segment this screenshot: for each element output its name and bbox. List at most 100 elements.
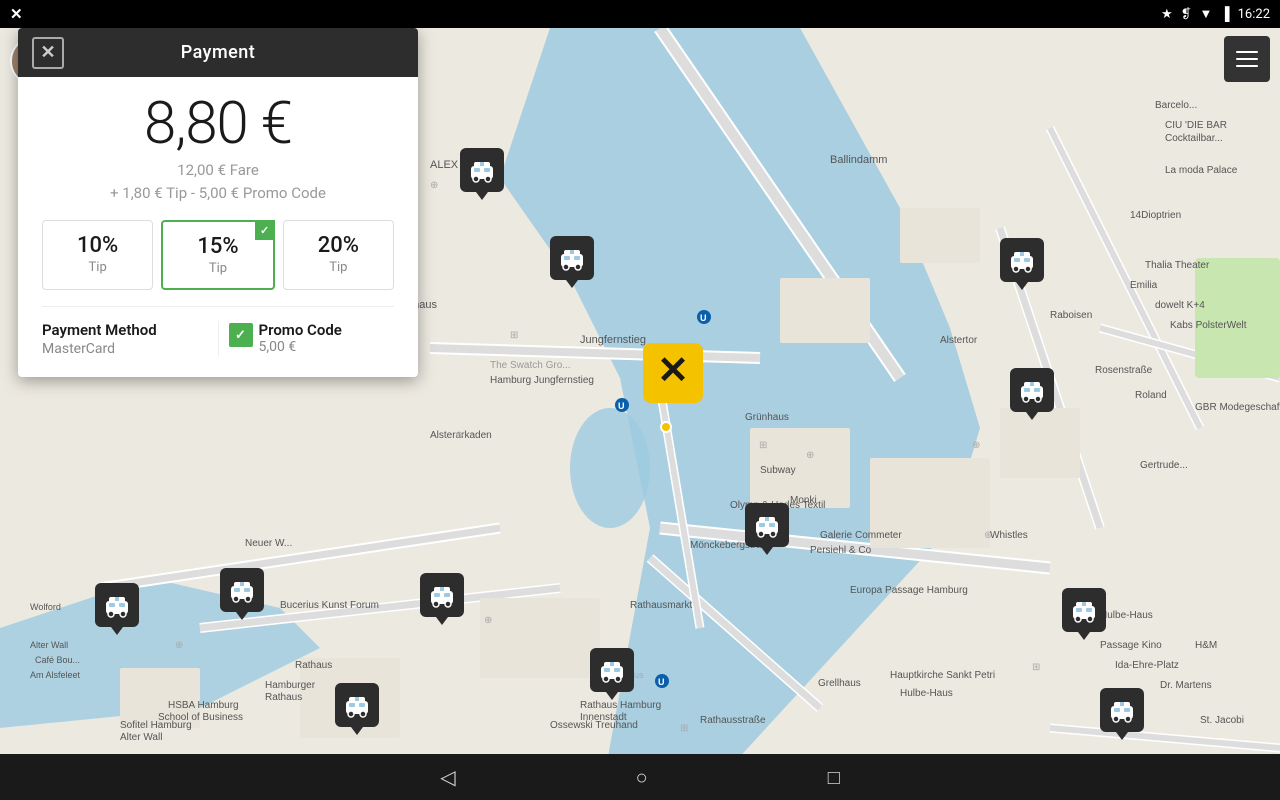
svg-text:Galerie Commeter: Galerie Commeter xyxy=(820,530,902,541)
svg-text:Jungfernstieg: Jungfernstieg xyxy=(580,334,646,346)
svg-text:Thalia Theater: Thalia Theater xyxy=(1145,260,1210,271)
svg-text:U: U xyxy=(658,677,665,687)
svg-text:⊞: ⊞ xyxy=(759,440,767,451)
svg-text:⊕: ⊕ xyxy=(735,540,743,551)
svg-text:U: U xyxy=(700,313,707,323)
svg-text:Hamburger: Hamburger xyxy=(265,680,316,691)
svg-text:⊕: ⊕ xyxy=(806,450,814,461)
payment-method-column[interactable]: Payment Method MasterCard xyxy=(42,321,208,357)
bluetooth-icon: ★ xyxy=(1161,7,1173,22)
svg-text:⊞ Rathaus: ⊞ Rathaus xyxy=(600,670,644,680)
svg-text:⊞: ⊞ xyxy=(510,330,518,341)
svg-text:Rathaus: Rathaus xyxy=(295,660,332,671)
svg-text:Innenstadt: Innenstadt xyxy=(580,712,627,723)
tip-15-check: ✓ xyxy=(255,220,275,240)
amount-display: 8,80 € 12,00 € Fare + 1,80 € Tip - 5,00 … xyxy=(42,95,394,204)
tip-10-button[interactable]: 10% Tip xyxy=(42,220,153,290)
svg-text:ALEX: ALEX xyxy=(430,159,459,171)
tip-20-label: Tip xyxy=(290,260,387,275)
main-amount: 8,80 € xyxy=(42,95,394,153)
svg-text:Subway: Subway xyxy=(760,465,796,476)
payment-method-value: MasterCard xyxy=(42,341,208,357)
svg-text:Am Alsfeleet: Am Alsfeleet xyxy=(30,670,81,680)
svg-text:Rathausstraße: Rathausstraße xyxy=(700,715,766,726)
promo-code-value: 5,00 € xyxy=(259,339,342,355)
svg-text:Alter Wall: Alter Wall xyxy=(30,640,68,650)
svg-text:✕: ✕ xyxy=(657,350,689,392)
svg-text:Cocktailbar...: Cocktailbar... xyxy=(1165,133,1223,144)
svg-text:⊕: ⊕ xyxy=(984,530,992,541)
current-location-dot xyxy=(660,421,672,433)
fare-line1: 12,00 € Fare xyxy=(177,161,259,179)
hamburger-menu[interactable] xyxy=(1224,36,1270,82)
svg-text:Sofitel Hamburg: Sofitel Hamburg xyxy=(120,720,192,731)
svg-text:Hulbe-Haus: Hulbe-Haus xyxy=(1100,610,1153,621)
signal-icon: ❡ xyxy=(1181,7,1192,22)
payment-body: 8,80 € 12,00 € Fare + 1,80 € Tip - 5,00 … xyxy=(18,77,418,377)
svg-text:Bucerius Kunst Forum: Bucerius Kunst Forum xyxy=(280,600,379,611)
hamburger-line-2 xyxy=(1236,58,1258,60)
fare-line2: + 1,80 € Tip - 5,00 € Promo Code xyxy=(110,184,326,202)
payment-method-label: Payment Method xyxy=(42,321,208,339)
promo-code-column[interactable]: ✓ Promo Code 5,00 € xyxy=(229,321,395,357)
svg-text:Rathaus Hamburg: Rathaus Hamburg xyxy=(580,700,661,711)
promo-check-icon: ✓ xyxy=(229,323,253,347)
promo-code-content: Promo Code 5,00 € xyxy=(259,321,342,355)
svg-text:Whistles: Whistles xyxy=(990,530,1028,541)
svg-text:GBR Modegeschaft...: GBR Modegeschaft... xyxy=(1195,402,1280,413)
column-divider xyxy=(218,321,219,357)
svg-text:Grünhaus: Grünhaus xyxy=(745,412,789,423)
svg-text:Dr. Martens: Dr. Martens xyxy=(1160,680,1212,691)
svg-text:Neuer W...: Neuer W... xyxy=(245,538,292,549)
svg-text:Barcelo...: Barcelo... xyxy=(1155,100,1197,111)
svg-text:Emilia: Emilia xyxy=(1130,280,1158,291)
svg-text:Europa Passage Hamburg: Europa Passage Hamburg xyxy=(850,585,968,596)
svg-text:⊕: ⊕ xyxy=(972,440,980,451)
fare-detail: 12,00 € Fare + 1,80 € Tip - 5,00 € Promo… xyxy=(42,159,394,204)
svg-text:Wolford: Wolford xyxy=(30,602,61,612)
tip-20-button[interactable]: 20% Tip xyxy=(283,220,394,290)
svg-text:Raboisen: Raboisen xyxy=(1050,310,1092,321)
tip-10-label: Tip xyxy=(49,260,146,275)
svg-text:Persiehl & Co: Persiehl & Co xyxy=(810,545,872,556)
svg-text:dowelt K+4: dowelt K+4 xyxy=(1155,300,1205,311)
svg-text:La moda Palace: La moda Palace xyxy=(1165,165,1238,176)
svg-text:Ida-Ehre-Platz: Ida-Ehre-Platz xyxy=(1115,660,1179,671)
svg-text:14Dioptrien: 14Dioptrien xyxy=(1130,210,1181,221)
payment-method-row: Payment Method MasterCard ✓ Promo Code 5… xyxy=(42,306,394,357)
svg-text:Hauptkirche Sankt Petri: Hauptkirche Sankt Petri xyxy=(890,670,995,681)
back-button[interactable]: ◁ xyxy=(440,765,455,789)
tip-10-percent: 10% xyxy=(49,233,146,258)
payment-close-button[interactable]: ✕ xyxy=(32,37,64,69)
svg-text:⊕: ⊕ xyxy=(175,640,183,651)
svg-text:⊕: ⊕ xyxy=(484,615,492,626)
hamburger-line-1 xyxy=(1236,51,1258,53)
home-button[interactable]: ○ xyxy=(636,765,648,790)
user-location-marker: ✕ xyxy=(638,338,708,412)
status-bar: ✕ ★ ❡ ▼ ▐ 16:22 xyxy=(0,0,1280,28)
svg-text:⊕: ⊕ xyxy=(455,430,463,441)
wifi-icon: ▼ xyxy=(1200,6,1213,22)
svg-text:Mönckebergstraße: Mönckebergstraße xyxy=(690,540,774,551)
svg-text:Rathaus: Rathaus xyxy=(265,692,302,703)
svg-text:Passage Kino: Passage Kino xyxy=(1100,640,1162,651)
hamburger-line-3 xyxy=(1236,65,1258,67)
tip-15-percent: 15% xyxy=(169,234,266,259)
close-icon: ✕ xyxy=(40,42,55,63)
app-icon: ✕ xyxy=(10,5,23,23)
android-nav-bar: ◁ ○ □ xyxy=(0,754,1280,800)
svg-text:CIU 'DIE BAR: CIU 'DIE BAR xyxy=(1165,120,1227,131)
tip-section: 10% Tip ✓ 15% Tip 20% Tip xyxy=(42,220,394,290)
svg-text:Gertrude...: Gertrude... xyxy=(1140,460,1188,471)
svg-text:Café Bou...: Café Bou... xyxy=(35,655,80,665)
svg-text:The Swatch Gro...: The Swatch Gro... xyxy=(490,360,571,371)
tip-20-percent: 20% xyxy=(290,233,387,258)
svg-text:Kabs PolsterWelt: Kabs PolsterWelt xyxy=(1170,320,1247,331)
svg-text:H&M: H&M xyxy=(1195,640,1217,651)
tip-15-button[interactable]: ✓ 15% Tip xyxy=(161,220,274,290)
recent-button[interactable]: □ xyxy=(828,765,840,790)
tip-15-label: Tip xyxy=(169,261,266,276)
payment-title: Payment xyxy=(181,42,256,63)
svg-text:Alter Wall: Alter Wall xyxy=(120,732,162,743)
svg-text:Grellhaus: Grellhaus xyxy=(818,678,861,689)
